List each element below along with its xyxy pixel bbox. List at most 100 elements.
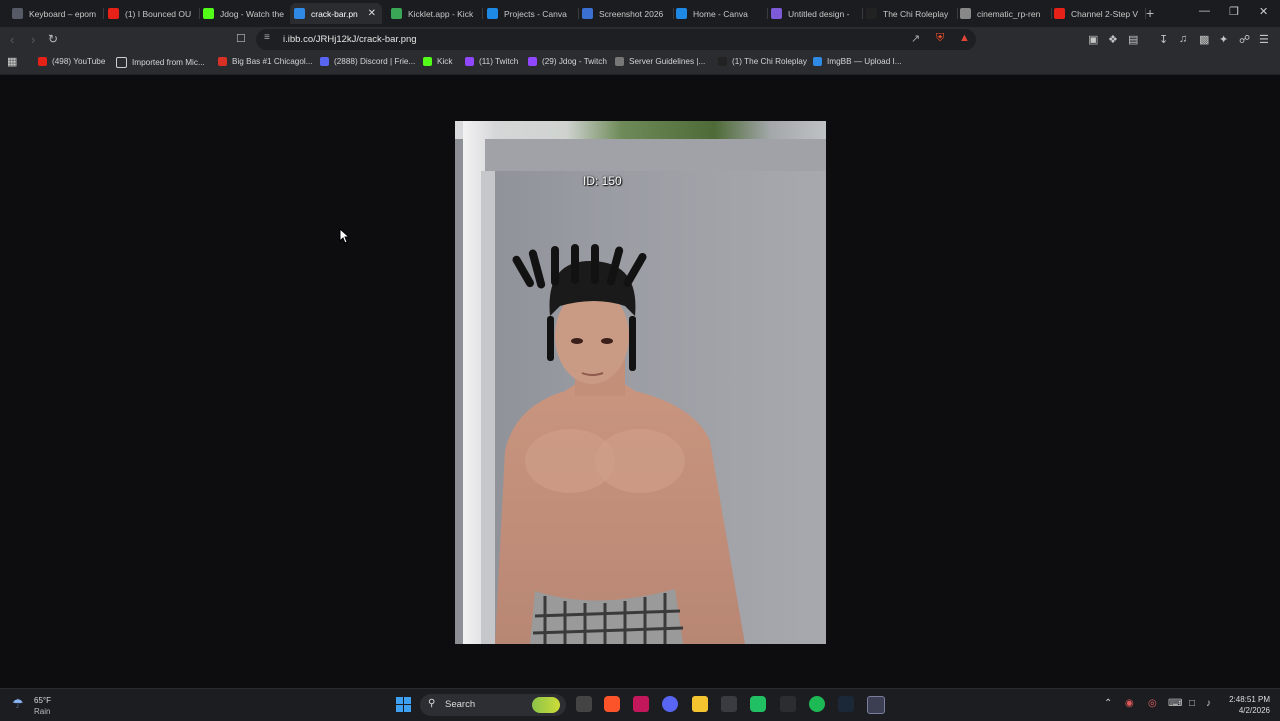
media-icon[interactable]: ♫ xyxy=(1179,33,1187,45)
browser-tab[interactable]: Kicklet.app - Kick xyxy=(387,3,483,24)
bookmark-favicon-icon xyxy=(423,57,432,66)
browser-tab[interactable]: Keyboard – epom xyxy=(8,3,104,24)
extensions-puzzle-icon[interactable]: ❖ xyxy=(1108,33,1118,46)
minimize-icon[interactable]: — xyxy=(1199,5,1210,17)
keyboard-icon[interactable]: ⌨ xyxy=(1168,698,1182,709)
capcut-icon[interactable] xyxy=(721,696,737,712)
browser-tab[interactable]: Channel 2-Step V xyxy=(1050,3,1146,24)
bookmark-favicon-icon xyxy=(218,57,227,66)
bookmark-favicon-icon xyxy=(615,57,624,66)
url-text[interactable]: i.ibb.co/JRHj12kJ/crack-bar.png xyxy=(283,34,417,45)
tab-label: crack-bar.pn xyxy=(311,8,358,19)
brave-shields-icon[interactable]: ⛨ xyxy=(936,32,944,45)
site-settings-icon[interactable]: ≡ xyxy=(264,32,270,43)
close-window-icon[interactable]: ✕ xyxy=(1259,5,1268,18)
browser-tab[interactable]: Home - Canva xyxy=(672,3,768,24)
apps-grid-icon[interactable]: ▦ xyxy=(7,55,17,68)
bookmarks-bar: ▦ (498) YouTube Imported from Mic... Big B… xyxy=(0,53,1280,75)
taskbar: ☂ 65°F Rain ⚲ Search ⌃ ◉ ◎ ⌨ □ ♪ 2:48:51… xyxy=(0,688,1280,721)
chat-app-icon[interactable] xyxy=(750,696,766,712)
bookmark-icon[interactable]: ☐ xyxy=(236,32,246,45)
discord-icon[interactable] xyxy=(662,696,678,712)
microphone-icon[interactable]: ◎ xyxy=(1148,698,1157,709)
volume-icon[interactable]: ♪ xyxy=(1206,698,1211,709)
browser-tab[interactable]: Screenshot 2026 xyxy=(578,3,674,24)
rain-cloud-icon: ☂ xyxy=(12,696,24,711)
tab-favicon-icon xyxy=(960,8,971,19)
url-field[interactable]: ≡ i.ibb.co/JRHj12kJ/crack-bar.png ↗ ⛨ ▲ xyxy=(256,29,976,50)
browser-tab[interactable]: The Chi Roleplay xyxy=(862,3,958,24)
tab-label: (1) I Bounced OU xyxy=(125,8,192,19)
browser-tab[interactable]: (1) I Bounced OU xyxy=(104,3,200,24)
bookmark-item[interactable]: Kick xyxy=(423,57,452,66)
bookmark-item[interactable]: ImgBB — Upload I... xyxy=(813,57,902,66)
menu-icon[interactable]: ☰ xyxy=(1259,33,1269,46)
sidebar-icon[interactable]: ▤ xyxy=(1128,33,1138,46)
bookmark-item[interactable]: (498) YouTube xyxy=(38,57,105,66)
bookmark-item[interactable]: (2888) Discord | Frie... xyxy=(320,57,415,66)
app-icon[interactable] xyxy=(780,696,796,712)
tab-label: Kicklet.app - Kick xyxy=(408,8,474,19)
windows-start-icon[interactable] xyxy=(396,697,412,713)
back-button[interactable]: ‹ xyxy=(10,32,14,47)
bookmark-label: (1) The Chi Roleplay xyxy=(732,57,807,66)
new-tab-button[interactable]: + xyxy=(1146,5,1154,21)
tab-favicon-icon xyxy=(391,8,402,19)
weather-temperature: 65°F xyxy=(34,696,51,705)
download-icon[interactable]: ↧ xyxy=(1159,33,1168,46)
browser-tab[interactable]: Projects - Canva xyxy=(483,3,579,24)
chevron-up-icon[interactable]: ⌃ xyxy=(1104,698,1112,709)
tab-label: cinematic_rp-ren xyxy=(977,8,1041,19)
browser-tab[interactable]: cinematic_rp-ren xyxy=(956,3,1052,24)
active-app-icon[interactable] xyxy=(867,696,885,714)
tab-label: Screenshot 2026 xyxy=(599,8,664,19)
bookmark-item[interactable]: (11) Twitch xyxy=(465,57,518,66)
bookmark-favicon-icon xyxy=(465,57,474,66)
browser-tab[interactable]: Jdog - Watch the xyxy=(199,3,295,24)
tab-favicon-icon xyxy=(108,8,119,19)
bookmark-item[interactable]: Server Guidelines |... xyxy=(615,57,705,66)
browser-tab[interactable]: Untitled design - xyxy=(767,3,863,24)
bookmark-item[interactable]: Big Bas #1 Chicagol... xyxy=(218,57,313,66)
weather-description: Rain xyxy=(34,707,51,716)
restore-icon[interactable]: ❐ xyxy=(1229,5,1239,18)
brave-rewards-icon[interactable]: ▲ xyxy=(959,32,970,44)
taskbar-clock[interactable]: 2:48:51 PM 4/2/2026 xyxy=(1226,694,1270,716)
reload-button[interactable]: ↻ xyxy=(48,32,58,46)
steam-icon[interactable] xyxy=(838,696,854,712)
brave-browser-icon[interactable] xyxy=(604,696,620,712)
tab-favicon-icon xyxy=(582,8,593,19)
bookmark-label: (2888) Discord | Frie... xyxy=(334,57,416,66)
bookmark-item[interactable]: (29) Jdog - Twitch xyxy=(528,57,607,66)
tab-favicon-icon xyxy=(1054,8,1065,19)
tab-favicon-icon xyxy=(487,8,498,19)
taskbar-search[interactable]: ⚲ Search xyxy=(420,694,566,716)
clock-time: 2:48:51 PM xyxy=(1229,695,1270,704)
bookmark-favicon-icon xyxy=(813,57,822,66)
tab-label: Untitled design - xyxy=(788,8,850,19)
browser-tab[interactable]: crack-bar.pn ✕ xyxy=(290,3,382,24)
forward-button[interactable]: › xyxy=(31,32,35,47)
wallet-icon[interactable]: ▩ xyxy=(1199,33,1209,46)
extension-icon[interactable]: ▣ xyxy=(1088,33,1098,46)
adobe-app-icon[interactable] xyxy=(633,696,649,712)
tray-app-icon[interactable]: ◉ xyxy=(1125,698,1134,709)
task-view-icon[interactable] xyxy=(576,696,592,712)
bookmark-label: (29) Jdog - Twitch xyxy=(542,57,607,66)
bookmark-item[interactable]: (1) The Chi Roleplay xyxy=(718,57,807,66)
tab-label: Home - Canva xyxy=(693,8,748,19)
bookmark-label: Imported from Mic... xyxy=(132,58,205,67)
file-explorer-icon[interactable] xyxy=(692,696,708,712)
display-icon[interactable]: □ xyxy=(1189,698,1195,709)
bookmark-favicon-icon xyxy=(718,57,727,66)
bookmark-item[interactable]: Imported from Mic... xyxy=(116,57,205,68)
tab-close-icon[interactable]: ✕ xyxy=(368,8,376,19)
leo-ai-icon[interactable]: ✦ xyxy=(1219,33,1228,46)
vpn-icon[interactable]: ☍ xyxy=(1239,33,1250,46)
bookmark-label: Big Bas #1 Chicagol... xyxy=(232,57,313,66)
bookmark-favicon-icon xyxy=(528,57,537,66)
spotify-icon[interactable] xyxy=(809,696,825,712)
clock-date: 4/2/2026 xyxy=(1238,706,1270,715)
tab-favicon-icon xyxy=(203,8,214,19)
share-icon[interactable]: ↗ xyxy=(911,32,920,45)
